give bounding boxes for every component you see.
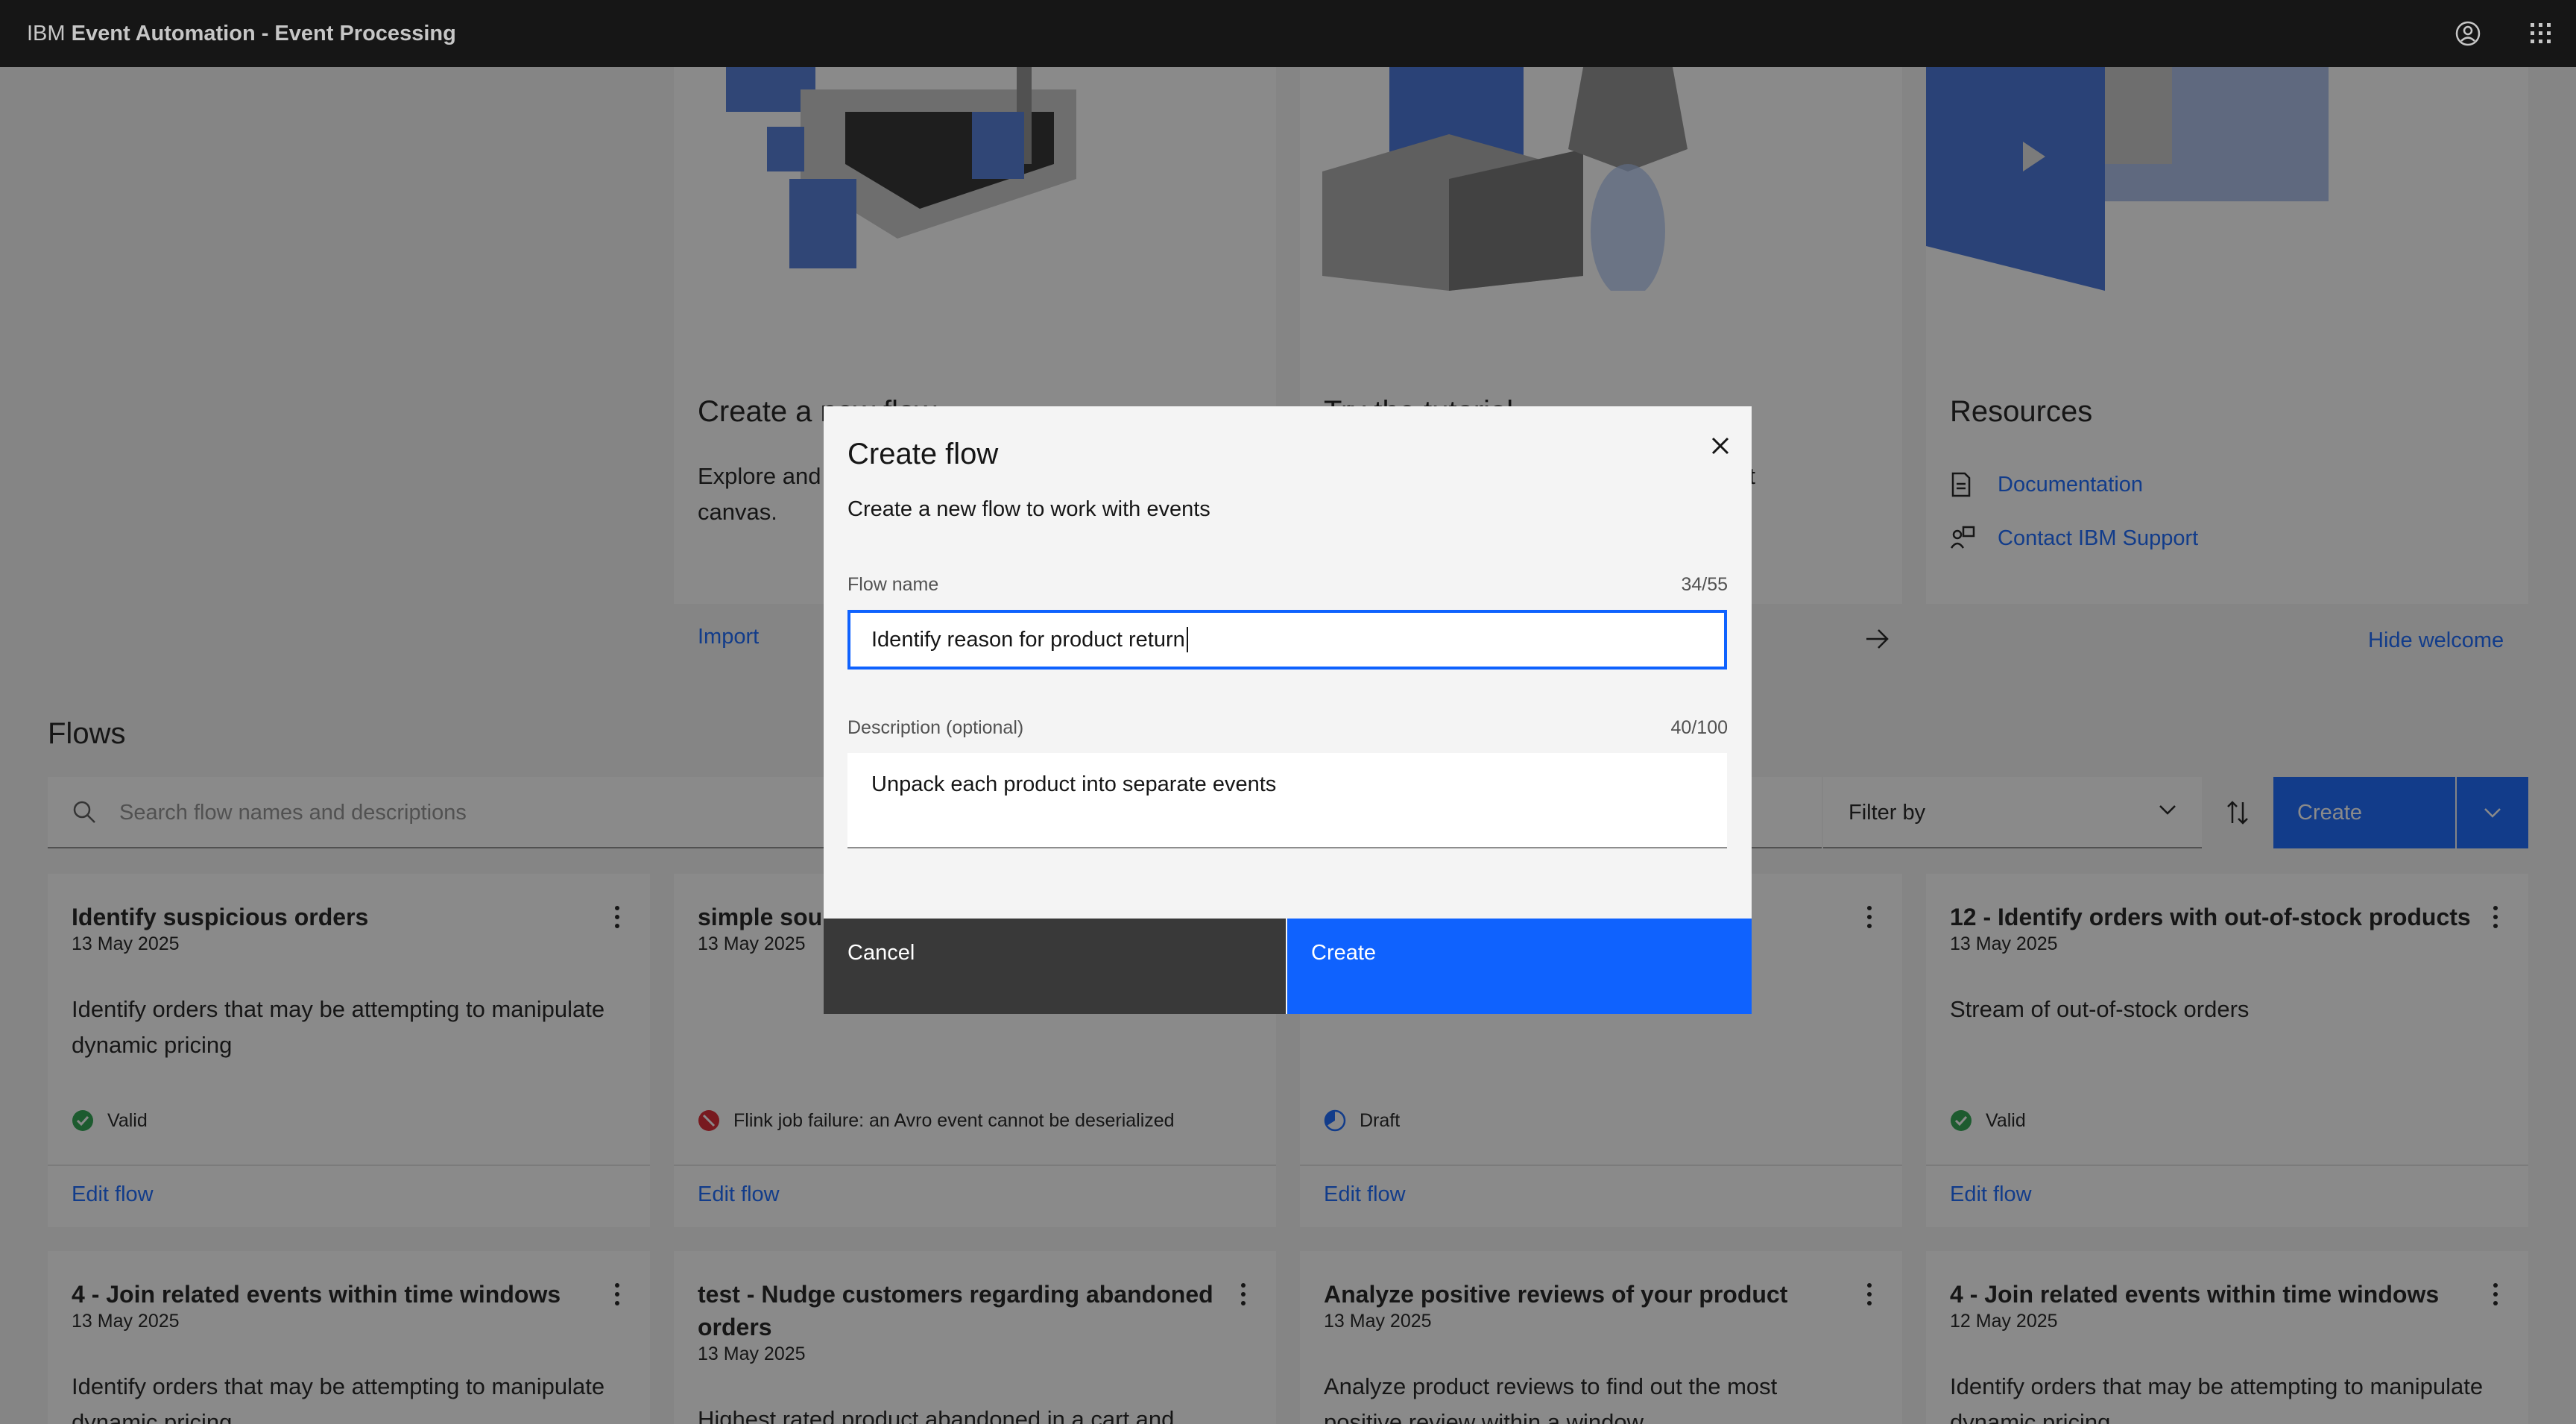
description-value: Unpack each product into separate events xyxy=(871,772,1277,796)
create-button[interactable]: Create xyxy=(1287,919,1752,1014)
app-brand[interactable]: IBM Event Automation - Event Processing xyxy=(27,22,456,46)
user-avatar-icon[interactable] xyxy=(2451,16,2485,51)
flow-name-counter: 34/55 xyxy=(1681,574,1728,595)
text-cursor xyxy=(1186,627,1188,652)
brand-prefix: IBM xyxy=(27,21,66,45)
description-counter: 40/100 xyxy=(1670,717,1728,738)
description-label: Description (optional) xyxy=(847,717,1024,738)
flow-name-input[interactable]: Identify reason for product return xyxy=(847,610,1727,670)
cancel-button[interactable]: Cancel xyxy=(824,919,1286,1014)
close-icon[interactable] xyxy=(1705,431,1735,461)
create-flow-modal: Create flow Create a new flow to work wi… xyxy=(824,406,1752,1014)
description-textarea[interactable]: Unpack each product into separate events xyxy=(847,753,1727,848)
flow-name-label: Flow name xyxy=(847,574,939,595)
modal-subtitle: Create a new flow to work with events xyxy=(847,497,1210,521)
app-switcher-icon[interactable] xyxy=(2524,16,2558,51)
flow-name-value: Identify reason for product return xyxy=(871,627,1185,652)
brand-name: Event Automation - Event Processing xyxy=(71,21,456,45)
modal-title: Create flow xyxy=(847,438,999,470)
app-header: IBM Event Automation - Event Processing xyxy=(0,0,2576,67)
